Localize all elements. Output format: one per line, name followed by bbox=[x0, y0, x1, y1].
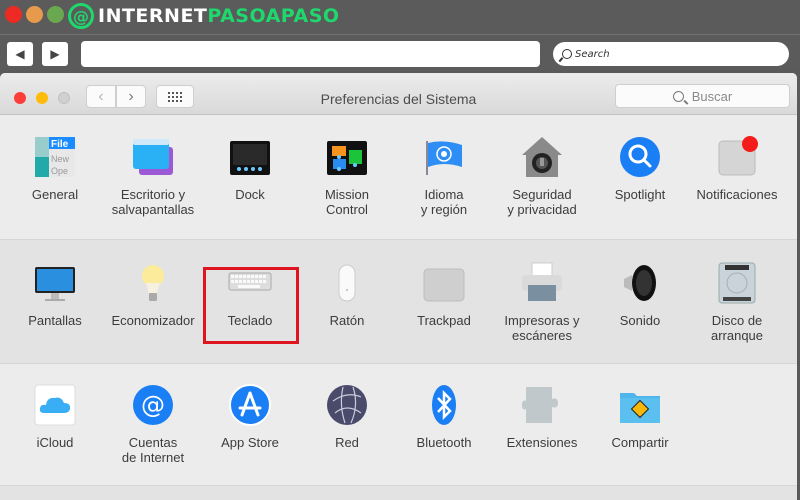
app-store-icon bbox=[228, 383, 272, 427]
pref-pane-label: Notificaciones bbox=[696, 187, 778, 202]
pref-pane-internet-accounts[interactable]: @ Cuentas de Internet bbox=[103, 383, 203, 465]
preferences-row-hardware: Pantallas Economizador Teclado Ratón Trackpa… bbox=[0, 240, 797, 364]
forward-arrow-icon: ▶ bbox=[50, 47, 60, 61]
bluetooth-icon bbox=[422, 383, 466, 427]
pref-pane-label: General bbox=[31, 187, 79, 202]
pref-pane-label: App Store bbox=[221, 435, 279, 450]
preferences-row-other bbox=[0, 486, 797, 500]
preferences-search-field[interactable]: Buscar bbox=[615, 84, 790, 108]
sharing-folder-icon bbox=[618, 383, 662, 427]
spotlight-magnifier-icon bbox=[618, 135, 662, 179]
pref-pane-label: Extensiones bbox=[506, 435, 578, 450]
pref-pane-label: Impresoras y escáneres bbox=[504, 313, 580, 343]
pref-pane-label: Dock bbox=[235, 187, 265, 202]
site-logo: @ INTERNET PASOAPASO bbox=[68, 3, 340, 29]
system-preferences-window: ‹ › Preferencias del Sistema Buscar File… bbox=[0, 73, 797, 500]
at-logo-icon: @ bbox=[68, 3, 94, 29]
pref-pane-security[interactable]: Seguridad y privacidad bbox=[492, 135, 592, 217]
search-icon bbox=[672, 90, 684, 102]
svg-text:New: New bbox=[51, 154, 70, 164]
general-icon: File New Ope bbox=[33, 135, 77, 179]
pref-pane-network[interactable]: Red bbox=[297, 383, 397, 450]
speaker-icon bbox=[618, 261, 662, 305]
window-toolbar: ‹ › Preferencias del Sistema Buscar bbox=[0, 73, 797, 115]
pref-pane-label: Escritorio y salvapantallas bbox=[111, 187, 195, 217]
pref-pane-sound[interactable]: Sonido bbox=[590, 261, 690, 328]
pref-pane-label: Idioma y región bbox=[420, 187, 468, 217]
pref-pane-general[interactable]: File New Ope General bbox=[5, 135, 105, 202]
browser-back-button[interactable]: ◀ bbox=[7, 42, 33, 66]
browser-search-field[interactable]: Search bbox=[553, 42, 789, 66]
puzzle-piece-icon bbox=[520, 383, 564, 427]
preferences-row-personal: File New Ope General Escritorio y salvapantal… bbox=[0, 116, 797, 240]
svg-text:Ope: Ope bbox=[51, 166, 68, 176]
pref-pane-label: Spotlight bbox=[614, 187, 666, 202]
pref-pane-label: Trackpad bbox=[417, 313, 471, 328]
mission-control-icon bbox=[325, 135, 369, 179]
pref-pane-label: Mission Control bbox=[324, 187, 370, 217]
pref-pane-notifications[interactable]: Notificaciones bbox=[687, 135, 787, 202]
pref-pane-label: Economizador bbox=[111, 313, 195, 328]
pref-pane-displays[interactable]: Pantallas bbox=[5, 261, 105, 328]
address-bar[interactable] bbox=[81, 41, 540, 67]
browser-minimize-button[interactable] bbox=[26, 6, 43, 23]
pref-pane-label: iCloud bbox=[36, 435, 74, 450]
pref-pane-label: Ratón bbox=[329, 313, 365, 328]
svg-text:File: File bbox=[51, 139, 69, 150]
pref-pane-extensions[interactable]: Extensiones bbox=[492, 383, 592, 450]
security-house-icon bbox=[520, 135, 564, 179]
at-sign-icon: @ bbox=[131, 383, 175, 427]
keyboard-icon bbox=[228, 261, 272, 305]
monitor-icon bbox=[33, 261, 77, 305]
pref-pane-icloud[interactable]: iCloud bbox=[5, 383, 105, 450]
pref-pane-energy[interactable]: Economizador bbox=[103, 261, 203, 328]
brand-text-pasoapaso: PASOAPASO bbox=[207, 5, 340, 27]
preferences-row-internet: iCloud @ Cuentas de Internet App Store Red Blu… bbox=[0, 364, 797, 486]
pref-pane-label: Sonido bbox=[619, 313, 661, 328]
brand-text-internet: INTERNET bbox=[98, 5, 208, 27]
search-placeholder: Buscar bbox=[691, 88, 733, 104]
pref-pane-app-store[interactable]: App Store bbox=[200, 383, 300, 450]
mouse-icon bbox=[325, 261, 369, 305]
pref-pane-label: Compartir bbox=[611, 435, 669, 450]
pref-pane-dock[interactable]: Dock bbox=[200, 135, 300, 202]
printer-icon bbox=[520, 261, 564, 305]
dock-icon bbox=[228, 135, 272, 179]
search-icon bbox=[562, 49, 572, 59]
browser-forward-button[interactable]: ▶ bbox=[42, 42, 68, 66]
back-arrow-icon: ◀ bbox=[15, 47, 25, 61]
pref-pane-sharing[interactable]: Compartir bbox=[590, 383, 690, 450]
pref-pane-startup-disk[interactable]: Disco de arranque bbox=[687, 261, 787, 343]
pref-pane-printers[interactable]: Impresoras y escáneres bbox=[492, 261, 592, 343]
pref-pane-desktop[interactable]: Escritorio y salvapantallas bbox=[103, 135, 203, 217]
pref-pane-spotlight[interactable]: Spotlight bbox=[590, 135, 690, 202]
network-globe-icon bbox=[325, 383, 369, 427]
pref-pane-label: Disco de arranque bbox=[710, 313, 764, 343]
browser-search-placeholder: Search bbox=[575, 48, 610, 60]
browser-titlebar: @ INTERNET PASOAPASO bbox=[0, 0, 800, 34]
un-flag-icon bbox=[422, 135, 466, 179]
pref-pane-mission-control[interactable]: Mission Control bbox=[297, 135, 397, 217]
pref-pane-keyboard[interactable]: Teclado bbox=[200, 261, 300, 328]
browser-maximize-button[interactable] bbox=[47, 6, 64, 23]
pref-pane-language[interactable]: Idioma y región bbox=[394, 135, 494, 217]
pref-pane-mouse[interactable]: Ratón bbox=[297, 261, 397, 328]
pref-pane-bluetooth[interactable]: Bluetooth bbox=[394, 383, 494, 450]
lightbulb-icon bbox=[131, 261, 175, 305]
pref-pane-trackpad[interactable]: Trackpad bbox=[394, 261, 494, 328]
svg-text:@: @ bbox=[141, 391, 165, 419]
pref-pane-label: Pantallas bbox=[28, 313, 82, 328]
hard-disk-icon bbox=[715, 261, 759, 305]
pref-pane-label: Teclado bbox=[227, 313, 273, 328]
desktop-screensaver-icon bbox=[131, 135, 175, 179]
trackpad-icon bbox=[422, 261, 466, 305]
browser-toolbar: ◀ ▶ Search bbox=[0, 34, 800, 70]
pref-pane-label: Seguridad y privacidad bbox=[507, 187, 577, 217]
browser-close-button[interactable] bbox=[5, 6, 22, 23]
notifications-icon bbox=[715, 135, 759, 179]
pref-pane-label: Red bbox=[335, 435, 359, 450]
pref-pane-label: Bluetooth bbox=[416, 435, 472, 450]
pref-pane-label: Cuentas de Internet bbox=[121, 435, 185, 465]
cloud-icon bbox=[33, 383, 77, 427]
